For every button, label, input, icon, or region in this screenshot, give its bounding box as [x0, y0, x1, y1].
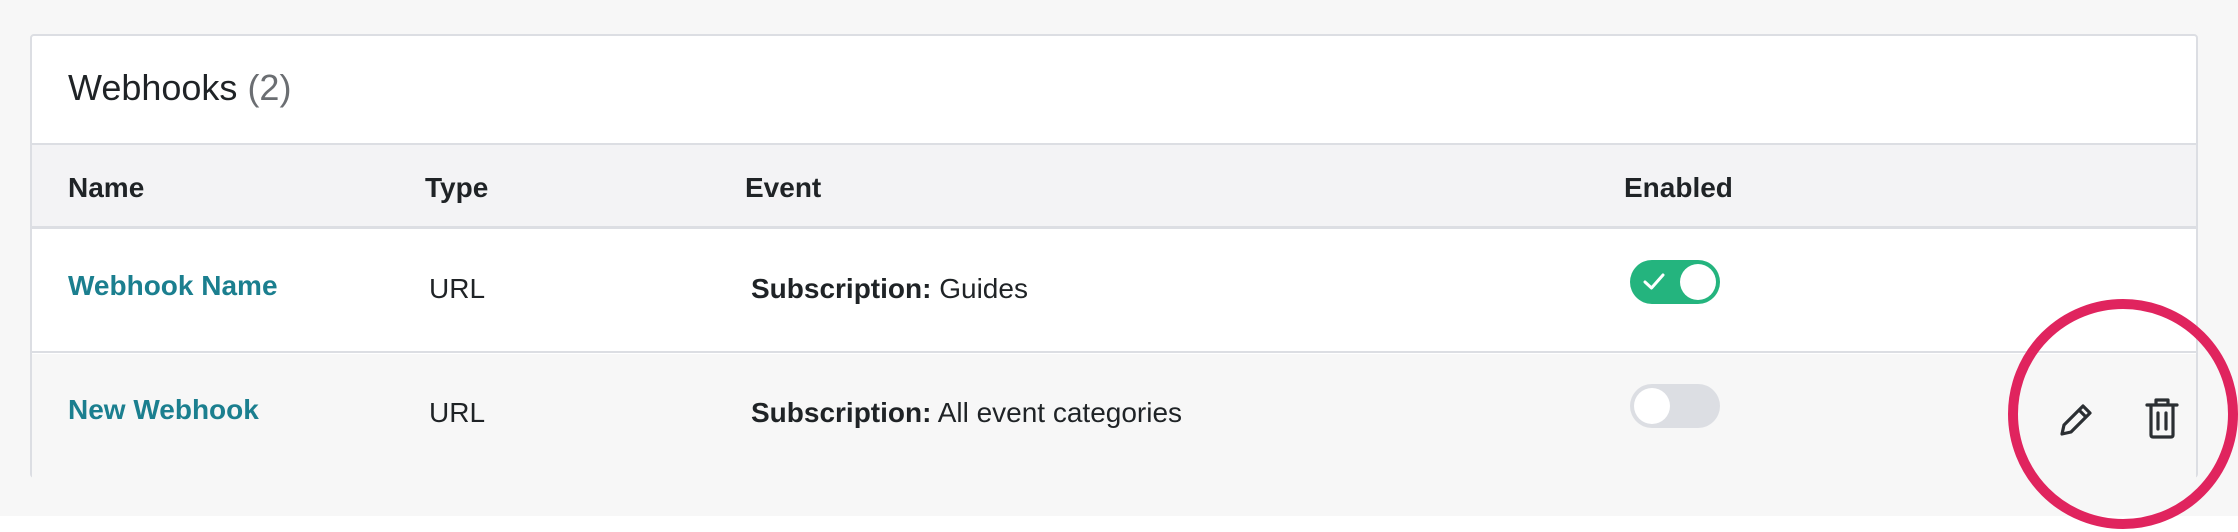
delete-button[interactable] — [2138, 394, 2186, 442]
panel-title: Webhooks (2) — [68, 66, 291, 110]
enabled-toggle[interactable] — [1630, 260, 1720, 304]
toggle-knob — [1680, 264, 1716, 300]
event-value: All event categories — [937, 397, 1183, 428]
pencil-icon — [2060, 404, 2092, 436]
page-bottom-strip — [0, 516, 2238, 532]
webhooks-panel: Webhooks (2) Name Type Event Enabled Webh… — [30, 34, 2198, 478]
webhook-event: Subscription: All event categories — [751, 396, 1182, 430]
table-header: Name Type Event Enabled — [32, 143, 2196, 229]
webhook-name-link[interactable]: New Webhook — [68, 393, 259, 427]
table-row: New Webhook URL Subscription: All event … — [32, 354, 2196, 478]
panel-title-text: Webhooks — [68, 67, 238, 108]
event-label: Subscription: — [751, 273, 932, 304]
trash-icon — [2145, 398, 2179, 439]
column-header-type[interactable]: Type — [425, 172, 488, 204]
webhook-type: URL — [429, 397, 486, 428]
webhook-count: (2) — [247, 67, 292, 108]
webhook-name-link[interactable]: Webhook Name — [68, 269, 278, 303]
check-icon — [1643, 273, 1665, 290]
webhook-type: URL — [429, 273, 486, 304]
edit-button[interactable] — [2052, 396, 2100, 444]
table-row: Webhook Name URL Subscription: Guides — [32, 229, 2196, 353]
column-header-enabled[interactable]: Enabled — [1624, 172, 1733, 204]
column-header-name[interactable]: Name — [68, 172, 144, 204]
webhook-event: Subscription: Guides — [751, 272, 1028, 306]
column-header-event[interactable]: Event — [745, 172, 821, 204]
toggle-knob — [1634, 388, 1670, 424]
event-value: Guides — [939, 273, 1028, 304]
enabled-toggle[interactable] — [1630, 384, 1720, 428]
event-label: Subscription: — [751, 397, 932, 428]
